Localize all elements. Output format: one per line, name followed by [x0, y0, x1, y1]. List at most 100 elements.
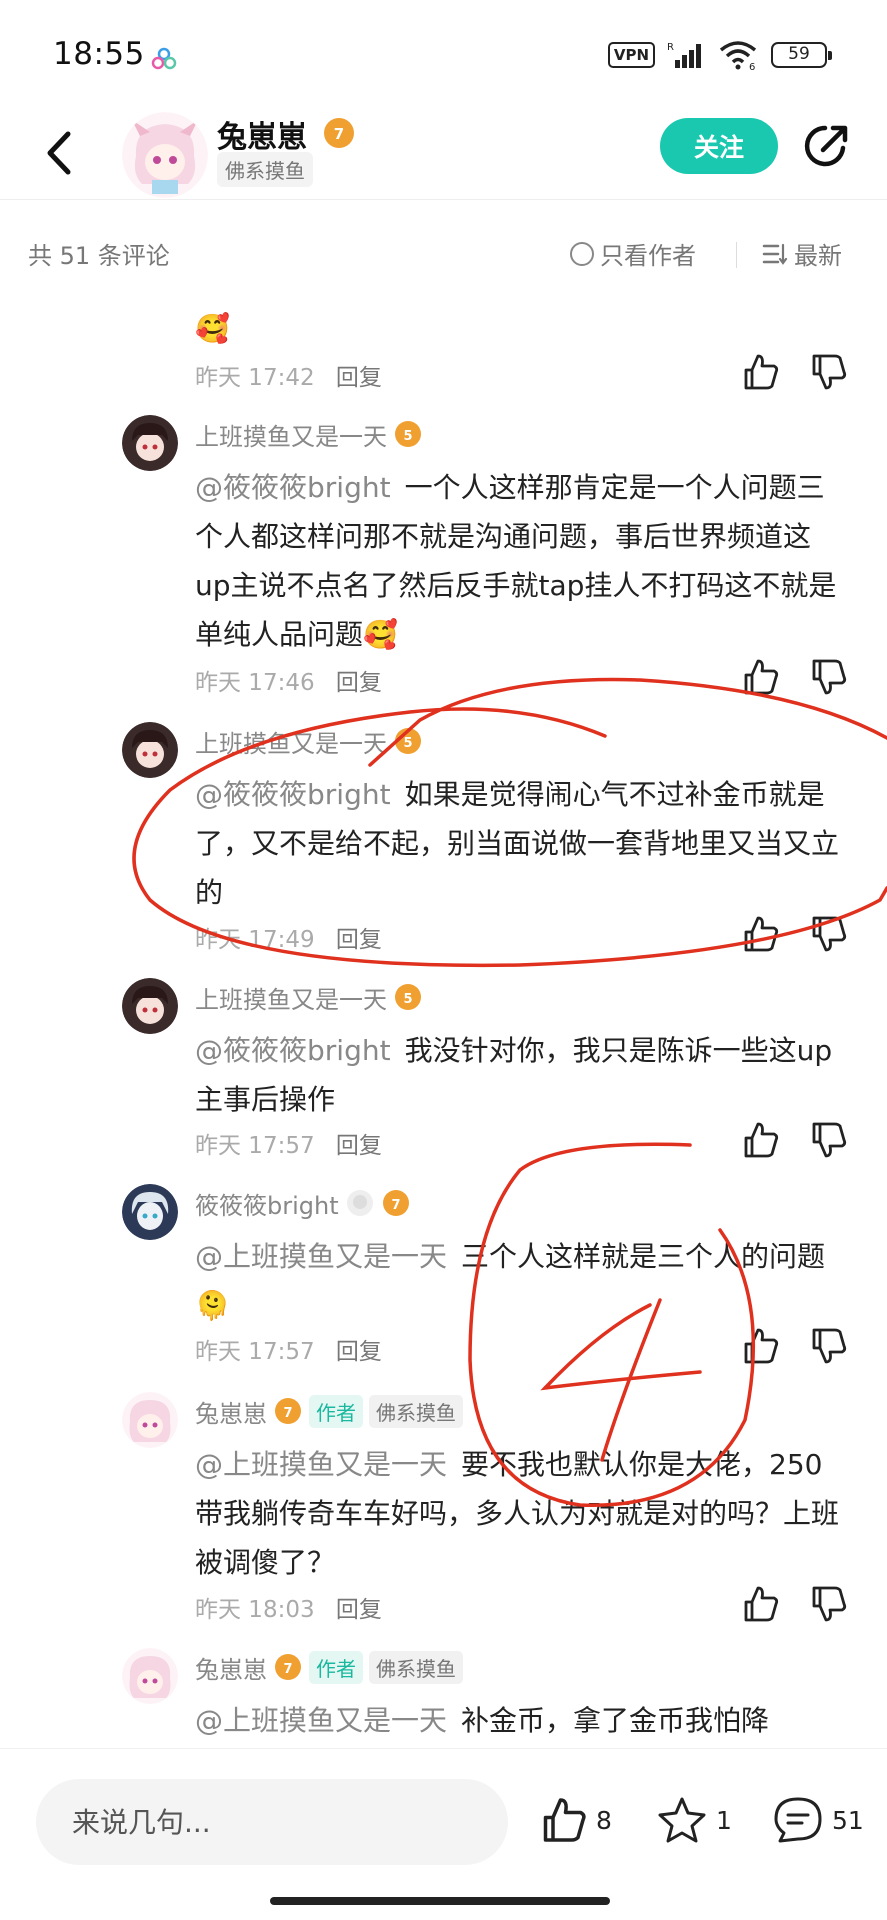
comment-text: @上班摸鱼又是一天 要不我也默认你是大佬，250带我躺传奇车车好吗，多人认为对就是… — [195, 1440, 845, 1587]
level-badge-icon: 5 — [395, 984, 421, 1010]
comment-username[interactable]: 兔崽崽 — [195, 1394, 267, 1429]
user-avatar[interactable] — [122, 1648, 178, 1704]
comment-username[interactable]: 兔崽崽 — [195, 1650, 267, 1685]
svg-text:6: 6 — [749, 62, 755, 70]
user-avatar[interactable] — [122, 978, 178, 1034]
favorite-button[interactable]: 1 — [656, 1795, 732, 1845]
user-avatar[interactable] — [122, 722, 178, 778]
thumbs-down-icon[interactable] — [808, 352, 848, 392]
comment-time: 昨天 17:57 — [195, 1339, 315, 1365]
comment-meta: 昨天 17:42 回复 — [195, 358, 382, 392]
post-header: 兔崽崽 7 佛系摸鱼 关注 — [0, 110, 887, 200]
like-post-button[interactable]: 8 — [538, 1795, 612, 1845]
comment-content: 补金币，拿了金币我怕降 — [461, 1704, 770, 1737]
like-count: 8 — [596, 1805, 612, 1835]
comment-bubble-icon — [774, 1797, 822, 1843]
thumbs-down-icon[interactable] — [808, 914, 848, 954]
thumbs-up-icon[interactable] — [740, 914, 780, 954]
mention-link[interactable]: @上班摸鱼又是一天 — [195, 1704, 447, 1737]
comment-text: @筱筱筱bright 一个人这样那肯定是一个人问题三个人都这样问那不就是沟通问题，… — [195, 463, 845, 659]
comment-header: 兔崽崽 7 作者 佛系摸鱼 — [195, 1394, 463, 1428]
comment-time: 昨天 17:57 — [195, 1133, 315, 1159]
home-indicator[interactable] — [270, 1897, 610, 1905]
thumbs-up-icon[interactable] — [740, 1120, 780, 1160]
comment-text: @筱筱筱bright 如果是觉得闹心气不过补金币就是了，又不是给不起，别当面说做一… — [195, 770, 845, 917]
thumbs-down-icon[interactable] — [808, 657, 848, 697]
comment-meta: 昨天 18:03 回复 — [195, 1590, 382, 1624]
comment-username[interactable]: 上班摸鱼又是一天 — [195, 980, 387, 1015]
comment-text: @上班摸鱼又是一天 补金币，拿了金币我怕降 — [195, 1696, 845, 1745]
sort-latest-button[interactable]: 最新 — [762, 236, 842, 271]
user-avatar[interactable] — [122, 1392, 178, 1448]
comment-username[interactable]: 筱筱筱bright — [195, 1186, 339, 1221]
avatar-frame-icon — [346, 1190, 373, 1216]
comment-text: @上班摸鱼又是一天 三个人这样就是三个人的问题 🫠 — [195, 1232, 845, 1330]
mention-link[interactable]: @筱筱筱bright — [195, 1034, 391, 1067]
only-author-toggle[interactable]: 只看作者 — [570, 236, 696, 271]
mention-link[interactable]: @上班摸鱼又是一天 — [195, 1240, 447, 1273]
mention-link[interactable]: @筱筱筱bright — [195, 471, 391, 504]
mention-link[interactable]: @上班摸鱼又是一天 — [195, 1448, 447, 1481]
comment-time: 昨天 17:42 — [195, 365, 315, 391]
comment-content: 三个人这样就是三个人的问题 — [461, 1240, 826, 1273]
thumbs-up-icon[interactable] — [740, 352, 780, 392]
comments-button[interactable]: 51 — [772, 1795, 864, 1845]
comment-item: 上班摸鱼又是一天 5 @筱筱筱bright 一个人这样那肯定是一个人问题三个人都这… — [0, 415, 887, 705]
sort-latest-label: 最新 — [794, 242, 842, 270]
share-icon[interactable] — [803, 122, 851, 170]
thumbs-down-icon[interactable] — [808, 1584, 848, 1624]
emoji-icon: 🥰 — [363, 618, 398, 651]
user-avatar[interactable] — [122, 415, 178, 471]
user-avatar[interactable] — [122, 1184, 178, 1240]
comment-text: @筱筱筱bright 我没针对你，我只是陈诉一些这up主事后操作 — [195, 1026, 845, 1124]
battery-indicator: 59 — [771, 42, 832, 68]
level-badge-icon: 5 — [395, 728, 421, 754]
author-avatar[interactable] — [122, 112, 208, 198]
comment-meta: 昨天 17:46 回复 — [195, 663, 382, 697]
comment-item: 上班摸鱼又是一天 5 @筱筱筱bright 如果是觉得闹心气不过补金币就是了，又不… — [0, 722, 887, 962]
comment-input[interactable] — [36, 1779, 508, 1865]
signal-icon: R — [667, 42, 701, 68]
author-badge: 作者 — [309, 1394, 363, 1428]
thumbs-down-icon[interactable] — [808, 1120, 848, 1160]
level-badge-icon: 7 — [275, 1398, 301, 1424]
author-name[interactable]: 兔崽崽 — [217, 112, 307, 156]
reply-button[interactable]: 回复 — [336, 1339, 382, 1365]
svg-text:7: 7 — [283, 1662, 292, 1677]
comment-header: 兔崽崽 7 作者 佛系摸鱼 — [195, 1650, 463, 1684]
comment-time: 昨天 17:49 — [195, 927, 315, 953]
comment-header: 上班摸鱼又是一天 5 — [195, 417, 423, 451]
only-author-label: 只看作者 — [600, 242, 696, 270]
back-arrow-icon[interactable] — [40, 128, 80, 178]
comment-count: 共 51 条评论 — [28, 242, 170, 270]
comment-time: 昨天 18:03 — [195, 1597, 315, 1623]
mention-link[interactable]: @筱筱筱bright — [195, 778, 391, 811]
radio-icon — [570, 241, 594, 266]
thumbs-up-icon[interactable] — [740, 1326, 780, 1366]
thumbs-up-icon[interactable] — [740, 657, 780, 697]
status-time: 18:55 — [53, 36, 145, 72]
reply-button[interactable]: 回复 — [336, 365, 382, 391]
comment-item: 兔崽崽 7 作者 佛系摸鱼 @上班摸鱼又是一天 要不我也默认你是大佬，250带我躺… — [0, 1392, 887, 1632]
status-bar: 18:55 VPN R 6 59 — [0, 0, 887, 110]
reply-button[interactable]: 回复 — [336, 1597, 382, 1623]
follow-button[interactable]: 关注 — [660, 118, 778, 174]
svg-text:R: R — [667, 42, 674, 53]
level-badge-icon: 5 — [395, 421, 421, 447]
svg-text:5: 5 — [403, 992, 412, 1007]
user-tag: 佛系摸鱼 — [369, 1650, 463, 1684]
divider — [736, 242, 737, 268]
reply-button[interactable]: 回复 — [336, 670, 382, 696]
comment-username[interactable]: 上班摸鱼又是一天 — [195, 724, 387, 759]
thumbs-down-icon[interactable] — [808, 1326, 848, 1366]
reply-button[interactable]: 回复 — [336, 1133, 382, 1159]
svg-text:7: 7 — [283, 1406, 292, 1421]
emoji-icon: 🫠 — [195, 1289, 230, 1322]
comment-item: 🥰 昨天 17:42 回复 — [0, 306, 887, 396]
svg-text:7: 7 — [391, 1198, 400, 1213]
thumbs-up-icon[interactable] — [740, 1584, 780, 1624]
author-badge: 作者 — [309, 1650, 363, 1684]
favorite-count: 1 — [716, 1805, 732, 1835]
comment-username[interactable]: 上班摸鱼又是一天 — [195, 417, 387, 452]
reply-button[interactable]: 回复 — [336, 927, 382, 953]
